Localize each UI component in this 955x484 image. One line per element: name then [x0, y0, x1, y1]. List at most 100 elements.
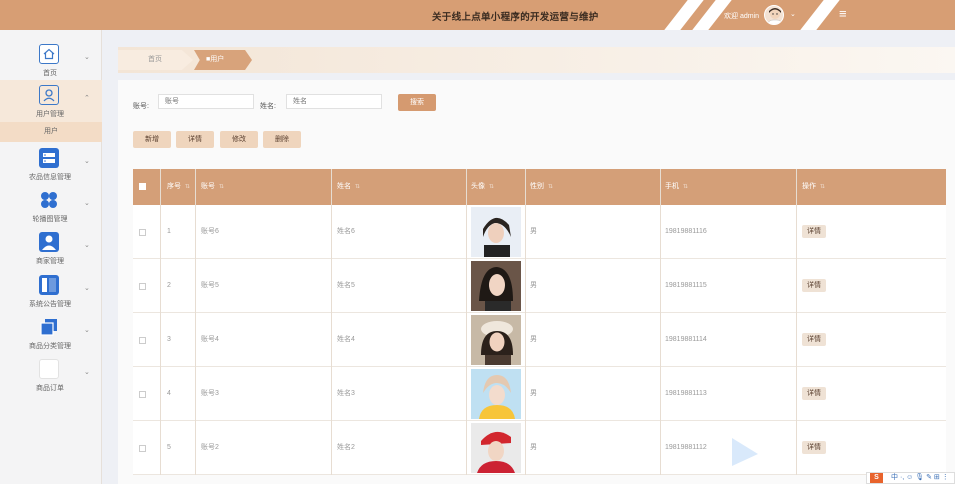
row-detail-button[interactable]: 详情	[802, 225, 826, 238]
ime-logo-icon: S	[870, 473, 883, 483]
search-button[interactable]: 搜索	[398, 94, 436, 111]
chevron-down-icon: ⌄	[84, 242, 90, 249]
column-header-actions[interactable]: 操作 ⇅	[802, 169, 825, 205]
sidebar-item-announcement[interactable]: 系统公告管理 ⌄	[0, 270, 102, 312]
sidebar-item-label: 用户管理	[36, 111, 64, 118]
account-search-input[interactable]	[158, 94, 254, 109]
avatar-thumbnail[interactable]	[471, 315, 521, 365]
row-detail-button[interactable]: 详情	[802, 279, 826, 292]
row-detail-button[interactable]: 详情	[802, 387, 826, 400]
add-button[interactable]: 新增	[133, 131, 171, 148]
table-row[interactable]: 3 账号4 姓名4 男 19819881114 详情	[133, 313, 946, 367]
cell-account: 账号2	[201, 444, 219, 451]
name-label: 姓名:	[260, 103, 276, 110]
cell-account: 账号5	[201, 282, 219, 289]
column-header-gender[interactable]: 性别 ⇅	[530, 169, 553, 205]
cell-phone: 19819881116	[665, 228, 707, 235]
cell-phone: 19819881112	[665, 444, 707, 451]
column-divider	[195, 169, 196, 475]
home-icon	[39, 44, 59, 64]
ime-toolbar[interactable]: S 中 ·, ☺ 🎙 ✎ ⊞ ⋮	[866, 472, 955, 484]
column-header-phone[interactable]: 手机 ⇅	[665, 169, 688, 205]
cell-index: 3	[167, 336, 171, 343]
sidebar-item-label: 商品订单	[36, 385, 64, 392]
sidebar-item-product-info[interactable]: 农品信息管理 ⌄	[0, 143, 102, 185]
sort-icon: ⇅	[219, 184, 225, 190]
row-checkbox[interactable]	[139, 229, 146, 236]
table-row[interactable]: 1 账号6 姓名6 男 19819881116 详情	[133, 205, 946, 259]
app-title: 关于线上点单小程序的开发运营与维护	[432, 12, 599, 23]
detail-button[interactable]: 详情	[176, 131, 214, 148]
sort-icon: ⇅	[683, 184, 689, 190]
chevron-down-icon: ⌄	[84, 327, 90, 334]
cell-account: 账号6	[201, 228, 219, 235]
sidebar-item-orders[interactable]: 商品订单 ⌄	[0, 354, 102, 396]
row-checkbox[interactable]	[139, 391, 146, 398]
sidebar-item-label: 系统公告管理	[29, 301, 71, 308]
chevron-up-icon: ⌃	[84, 95, 90, 102]
avatar-thumbnail[interactable]	[471, 369, 521, 419]
chevron-down-icon: ⌄	[84, 54, 90, 61]
table-row[interactable]: 2 账号5 姓名5 男 19819881115 详情	[133, 259, 946, 313]
row-checkbox[interactable]	[139, 283, 146, 290]
sidebar-item-category[interactable]: 商品分类管理 ⌄	[0, 312, 102, 354]
cell-gender: 男	[530, 390, 537, 397]
sidebar-item-home[interactable]: 首页 ⌄	[0, 39, 102, 81]
sidebar-item-merchant[interactable]: 商家管理 ⌄	[0, 227, 102, 269]
row-detail-button[interactable]: 详情	[802, 441, 826, 454]
database-icon	[39, 148, 59, 168]
column-header-avatar[interactable]: 头像 ⇅	[471, 169, 494, 205]
column-header-label: 序号	[167, 183, 181, 190]
avatar-thumbnail[interactable]	[471, 423, 521, 473]
column-divider	[466, 169, 467, 475]
cell-account: 账号4	[201, 336, 219, 343]
breadcrumb: 首页 ■用户×	[118, 47, 955, 73]
sidebar-item-label: 农品信息管理	[29, 174, 71, 181]
sort-icon: ⇅	[355, 184, 361, 190]
row-checkbox[interactable]	[139, 445, 146, 452]
column-header-name[interactable]: 姓名 ⇅	[337, 169, 360, 205]
sort-icon: ⇅	[548, 184, 554, 190]
column-header-account[interactable]: 账号 ⇅	[201, 169, 224, 205]
account-label: 账号:	[133, 103, 149, 110]
breadcrumb-home[interactable]: 首页	[118, 50, 193, 70]
user-avatar[interactable]	[764, 5, 784, 25]
row-detail-button[interactable]: 详情	[802, 333, 826, 346]
sidebar-item-user-management[interactable]: 用户管理 ⌃	[0, 80, 102, 122]
sidebar-item-carousel[interactable]: 轮播图管理 ⌄	[0, 185, 102, 227]
column-header-label: 手机	[665, 183, 679, 190]
breadcrumb-current-tab[interactable]: ■用户×	[194, 50, 252, 70]
avatar-icon	[767, 8, 783, 24]
chevron-down-icon: ⌄	[84, 200, 90, 207]
cell-index: 4	[167, 390, 171, 397]
watermark-logo-icon	[732, 438, 758, 466]
name-search-input[interactable]	[286, 94, 382, 109]
cell-gender: 男	[530, 282, 537, 289]
cell-gender: 男	[530, 228, 537, 235]
sort-icon: ⇅	[820, 184, 826, 190]
welcome-text: 欢迎 admin	[724, 13, 760, 20]
column-header-index[interactable]: 序号 ⇅	[167, 169, 190, 205]
delete-button[interactable]: 删除	[263, 131, 301, 148]
user-menu-caret-icon[interactable]: ⌄	[790, 10, 796, 18]
cell-account: 账号3	[201, 390, 219, 397]
cell-index: 5	[167, 444, 171, 451]
table-row[interactable]: 5 账号2 姓名2 男 19819881112 详情	[133, 421, 946, 475]
chevron-down-icon: ⌄	[84, 158, 90, 165]
cell-name: 姓名6	[337, 228, 355, 235]
avatar-thumbnail[interactable]	[471, 261, 521, 311]
sidebar-item-label: 轮播图管理	[32, 216, 68, 223]
select-all-checkbox[interactable]	[139, 183, 146, 190]
menu-toggle-icon[interactable]: ≡	[839, 6, 847, 21]
table-row[interactable]: 4 账号3 姓名3 男 19819881113 详情	[133, 367, 946, 421]
column-divider	[525, 169, 526, 475]
edit-button[interactable]: 修改	[220, 131, 258, 148]
row-checkbox[interactable]	[139, 337, 146, 344]
cell-gender: 男	[530, 336, 537, 343]
sidebar-subitem-user[interactable]: 用户	[0, 122, 102, 142]
cell-phone: 19819881114	[665, 336, 707, 343]
cell-phone: 19819881115	[665, 282, 707, 289]
breadcrumb-home-label: 首页	[148, 56, 162, 63]
column-header-label: 姓名	[337, 183, 351, 190]
avatar-thumbnail[interactable]	[471, 207, 521, 257]
